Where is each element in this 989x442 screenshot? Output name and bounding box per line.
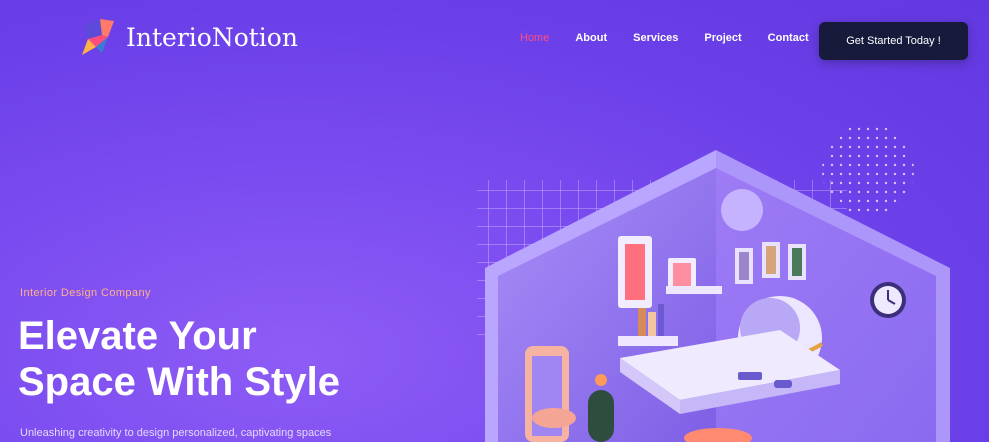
nav-home[interactable]: Home bbox=[520, 32, 549, 44]
room-illustration bbox=[477, 124, 950, 442]
main-nav: Home About Services Project Contact bbox=[520, 32, 835, 44]
brand-name: InterioNotion bbox=[126, 22, 298, 52]
nav-services[interactable]: Services bbox=[633, 32, 678, 44]
nav-about[interactable]: About bbox=[575, 32, 607, 44]
logo-icon bbox=[82, 19, 114, 55]
hero-headline: Elevate Your Space With Style bbox=[18, 313, 458, 405]
hero-eyebrow: Interior Design Company bbox=[20, 287, 151, 299]
headline-line-1: Elevate Your bbox=[18, 314, 257, 358]
brand-logo[interactable]: InterioNotion bbox=[80, 17, 298, 57]
nav-project[interactable]: Project bbox=[704, 32, 741, 44]
hero-subtext: Unleashing creativity to design personal… bbox=[20, 427, 332, 439]
headline-line-2: Space With Style bbox=[18, 360, 340, 404]
get-started-button[interactable]: Get Started Today ! bbox=[819, 22, 968, 60]
nav-contact[interactable]: Contact bbox=[768, 32, 809, 44]
